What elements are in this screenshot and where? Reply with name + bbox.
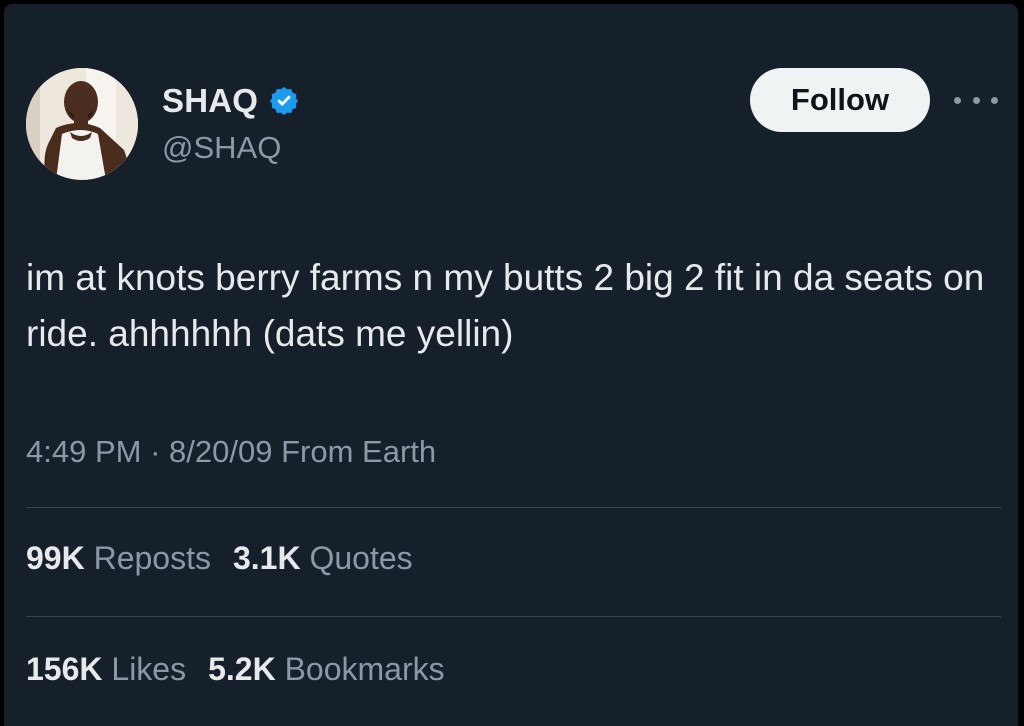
more-dot (972, 96, 980, 104)
likes-count: 156K (26, 651, 103, 687)
reposts-count: 99K (26, 540, 85, 576)
more-dot (954, 96, 961, 104)
likes-stat[interactable]: 156K Likes (26, 651, 186, 688)
stats-row-reactions: 156K Likes 5.2K Bookmarks (26, 651, 445, 688)
avatar-photo (26, 68, 138, 180)
tweet-date[interactable]: 8/20/09 (169, 434, 272, 469)
reposts-label: Reposts (93, 540, 211, 576)
stats-row-engagement: 99K Reposts 3.1K Quotes (26, 540, 413, 577)
avatar[interactable] (26, 68, 138, 180)
screenshot-frame: SHAQ @SHAQ Follow im at knots berry farm… (0, 0, 1024, 726)
reposts-stat[interactable]: 99K Reposts (26, 540, 211, 577)
author-name-row: SHAQ (162, 80, 300, 122)
author-display-name[interactable]: SHAQ (162, 82, 258, 120)
tweet-meta: 4:49 PM · 8/20/09 From Earth (26, 434, 436, 470)
tweet-text: im at knots berry farms n my butts 2 big… (26, 257, 995, 354)
quotes-label: Quotes (309, 540, 413, 576)
bookmarks-label: Bookmarks (284, 651, 445, 687)
tweet-source: From Earth (281, 434, 437, 469)
divider (26, 507, 1001, 508)
likes-label: Likes (111, 651, 187, 687)
quotes-count: 3.1K (232, 540, 301, 576)
more-options-icon[interactable] (954, 86, 998, 114)
tweet-card: SHAQ @SHAQ Follow im at knots berry farm… (4, 4, 1018, 726)
divider (26, 616, 1001, 617)
bookmarks-stat[interactable]: 5.2K Bookmarks (208, 651, 445, 688)
quotes-stat[interactable]: 3.1K Quotes (233, 540, 413, 577)
tweet-time[interactable]: 4:49 PM (26, 434, 141, 469)
more-dot (991, 96, 998, 104)
meta-separator: · (150, 434, 161, 469)
bookmarks-count: 5.2K (208, 651, 276, 687)
follow-button[interactable]: Follow (750, 68, 930, 132)
verified-badge-icon (270, 87, 299, 115)
author-handle[interactable]: @SHAQ (162, 130, 281, 166)
